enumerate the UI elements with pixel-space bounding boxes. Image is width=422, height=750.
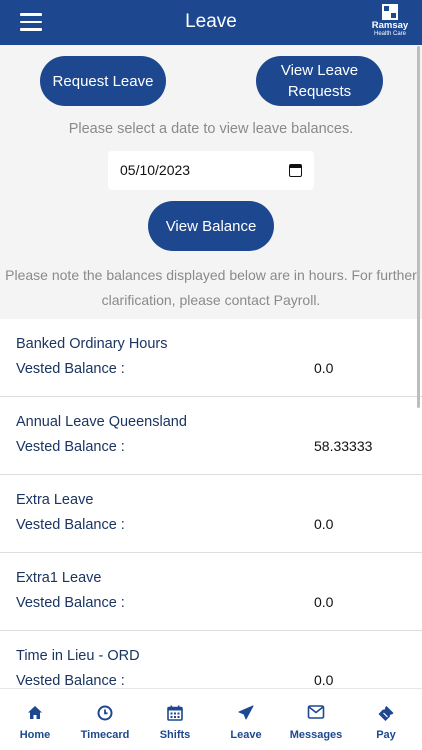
date-instruction: Please select a date to view leave balan… [68, 121, 354, 137]
home-icon [28, 706, 42, 719]
nav-label-leave: Leave [230, 729, 262, 741]
vested-balance-label: Vested Balance : [16, 673, 125, 688]
nav-leave[interactable]: Leave [211, 689, 281, 750]
balance-note-line2: clarification, please contact Payroll. [101, 292, 321, 308]
leave-balance-list[interactable]: Banked Ordinary Hours Vested Balance : 0… [0, 319, 422, 688]
airplane-icon [238, 705, 254, 720]
leave-type: Annual Leave Queensland [16, 414, 187, 430]
nav-messages[interactable]: Messages [281, 689, 351, 750]
nav-label-home: Home [19, 729, 51, 741]
scrollbar[interactable] [417, 46, 420, 408]
bottom-navigation: Home Timecard Shifts Leave Messages Pay [0, 688, 422, 750]
clock-icon [97, 705, 113, 721]
vested-balance-label: Vested Balance : [16, 595, 125, 611]
vested-balance-value: 58.33333 [314, 438, 373, 454]
nav-label-messages: Messages [289, 729, 343, 741]
leave-type: Extra1 Leave [16, 570, 102, 586]
calendar-icon [167, 705, 183, 721]
leave-type: Extra Leave [16, 492, 94, 508]
nav-pay[interactable]: Pay [351, 689, 421, 750]
view-leave-requests-button[interactable]: View Leave Requests [256, 56, 383, 106]
list-item: Extra1 Leave Vested Balance : 0.0 [0, 553, 422, 631]
vested-balance-value: 0.0 [314, 594, 334, 610]
balance-note-line1: Please note the balances displayed below… [5, 267, 417, 283]
list-item: Annual Leave Queensland Vested Balance :… [0, 397, 422, 475]
nav-shifts[interactable]: Shifts [140, 689, 210, 750]
ramsay-logo: Ramsay Health Care [368, 4, 412, 42]
list-item: Extra Leave Vested Balance : 0.0 [0, 475, 422, 553]
page-title: Leave [185, 11, 237, 32]
vested-balance-value: 0.0 [314, 360, 334, 376]
nav-home[interactable]: Home [0, 689, 70, 750]
vested-balance-label: Vested Balance : [16, 439, 125, 455]
ramsay-logo-mark [382, 4, 398, 20]
logo-subtitle: Health Care [373, 31, 406, 37]
top-app-bar: Leave Ramsay Health Care [0, 0, 422, 45]
balance-note: Please note the balances displayed below… [0, 263, 422, 313]
envelope-icon [307, 705, 325, 719]
nav-timecard[interactable]: Timecard [70, 689, 140, 750]
leave-type: Time in Lieu - ORD [16, 648, 140, 664]
logo-name: Ramsay [371, 20, 409, 31]
date-input[interactable]: 05/10/2023 [108, 151, 314, 190]
leave-controls-panel: Request Leave View Leave Requests Please… [0, 45, 422, 319]
vested-balance-label: Vested Balance : [16, 361, 125, 377]
vested-balance-label: Vested Balance : [16, 517, 125, 533]
nav-label-timecard: Timecard [80, 729, 130, 741]
vested-balance-value: 0.0 [314, 672, 334, 688]
date-value: 05/10/2023 [120, 162, 191, 178]
view-balance-button[interactable]: View Balance [148, 201, 274, 251]
nav-label-shifts: Shifts [159, 729, 191, 741]
nav-label-pay: Pay [376, 729, 396, 741]
leave-type: Banked Ordinary Hours [16, 336, 168, 352]
ticket-icon [378, 706, 394, 721]
list-item: Banked Ordinary Hours Vested Balance : 0… [0, 319, 422, 397]
request-leave-button[interactable]: Request Leave [40, 56, 166, 106]
list-item: Time in Lieu - ORD Vested Balance : 0.0 [0, 631, 422, 688]
calendar-picker-icon[interactable] [289, 164, 302, 177]
vested-balance-value: 0.0 [314, 516, 334, 532]
